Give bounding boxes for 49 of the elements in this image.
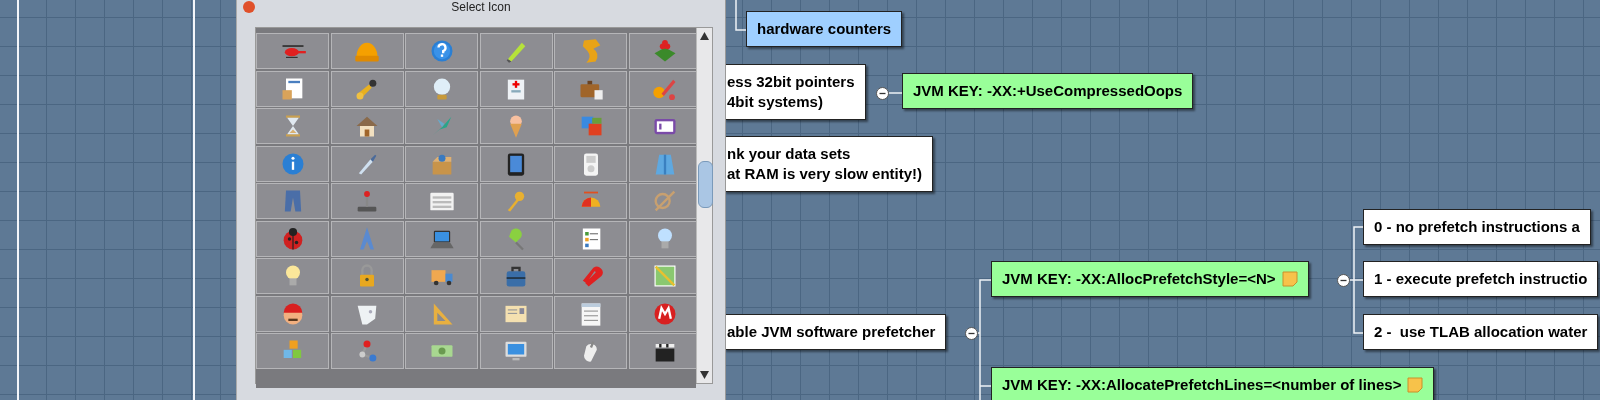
icon-option[interactable] — [330, 108, 404, 144]
scrollbar-thumb[interactable] — [698, 161, 713, 208]
mindmap-node[interactable]: 0 - no prefetch instructions a — [1363, 209, 1591, 245]
scroll-up-icon[interactable] — [700, 32, 709, 40]
icon-option[interactable] — [256, 70, 329, 107]
node-text: 4bit systems) — [727, 92, 824, 112]
connector-line — [735, 0, 747, 31]
mindmap-node[interactable]: ess 32bit pointers 4bit systems) — [724, 64, 866, 120]
icon-option[interactable] — [256, 220, 329, 257]
icon-option[interactable] — [628, 108, 696, 144]
mindmap-node[interactable]: able JVM software prefetcher — [724, 314, 947, 350]
mindmap-node[interactable]: JVM KEY: -XX:AllocatePrefetchLines=<number of lines> — [991, 367, 1435, 400]
node-text: JVM KEY: -XX:AllocPrefetchStyle=<N> — [1002, 269, 1276, 289]
mindmap-node[interactable]: hardware counters — [746, 11, 903, 47]
node-text: able JVM software prefetcher — [727, 322, 936, 342]
icon-option[interactable] — [479, 145, 553, 182]
collapse-icon[interactable] — [1337, 274, 1350, 287]
node-text: 1 - execute prefetch instructio — [1374, 269, 1588, 289]
node-text: 2 - use TLAB allocation water — [1374, 322, 1588, 342]
scrollbar[interactable] — [696, 28, 712, 383]
collapse-icon[interactable] — [876, 87, 889, 100]
mindmap-node[interactable]: 2 - use TLAB allocation water — [1363, 314, 1599, 350]
icon-option[interactable] — [628, 295, 696, 332]
mindmap-node[interactable]: JVM KEY: -XX:+UseCompressedOops — [902, 73, 1194, 109]
icon-option[interactable] — [554, 145, 627, 182]
icon-option[interactable] — [554, 70, 627, 107]
icon-option[interactable] — [628, 333, 696, 369]
icon-option[interactable] — [405, 70, 478, 107]
close-button[interactable] — [243, 1, 255, 13]
icon-option[interactable] — [479, 258, 553, 294]
mindmap-node[interactable]: 1 - execute prefetch instructio — [1363, 261, 1599, 297]
icon-option[interactable] — [479, 70, 553, 107]
collapse-icon[interactable] — [965, 327, 978, 340]
mindmap-node[interactable]: nk your data sets at RAM is very slow entity!) — [724, 136, 934, 192]
node-text: ess 32bit pointers — [727, 72, 855, 92]
icon-option[interactable] — [330, 295, 404, 332]
mindmap-node[interactable]: JVM KEY: -XX:AllocPrefetchStyle=<N> — [991, 261, 1309, 297]
node-text: hardware counters — [757, 19, 892, 39]
scroll-down-icon[interactable] — [700, 371, 709, 379]
node-text: nk your data sets — [727, 144, 852, 164]
icon-option[interactable] — [554, 220, 627, 257]
icon-option[interactable] — [330, 183, 404, 219]
node-text: at RAM is very slow entity!) — [727, 164, 923, 184]
connector-line — [888, 92, 903, 94]
node-text: JVM KEY: -XX:AllocatePrefetchLines=<number of lines> — [1002, 375, 1402, 395]
icon-option[interactable] — [554, 295, 627, 332]
node-text: JVM KEY: -XX:+UseCompressedOops — [913, 81, 1183, 101]
dialog-title: Select Icon — [451, 0, 511, 14]
node-text: 0 - no prefetch instructions a — [1374, 217, 1580, 237]
